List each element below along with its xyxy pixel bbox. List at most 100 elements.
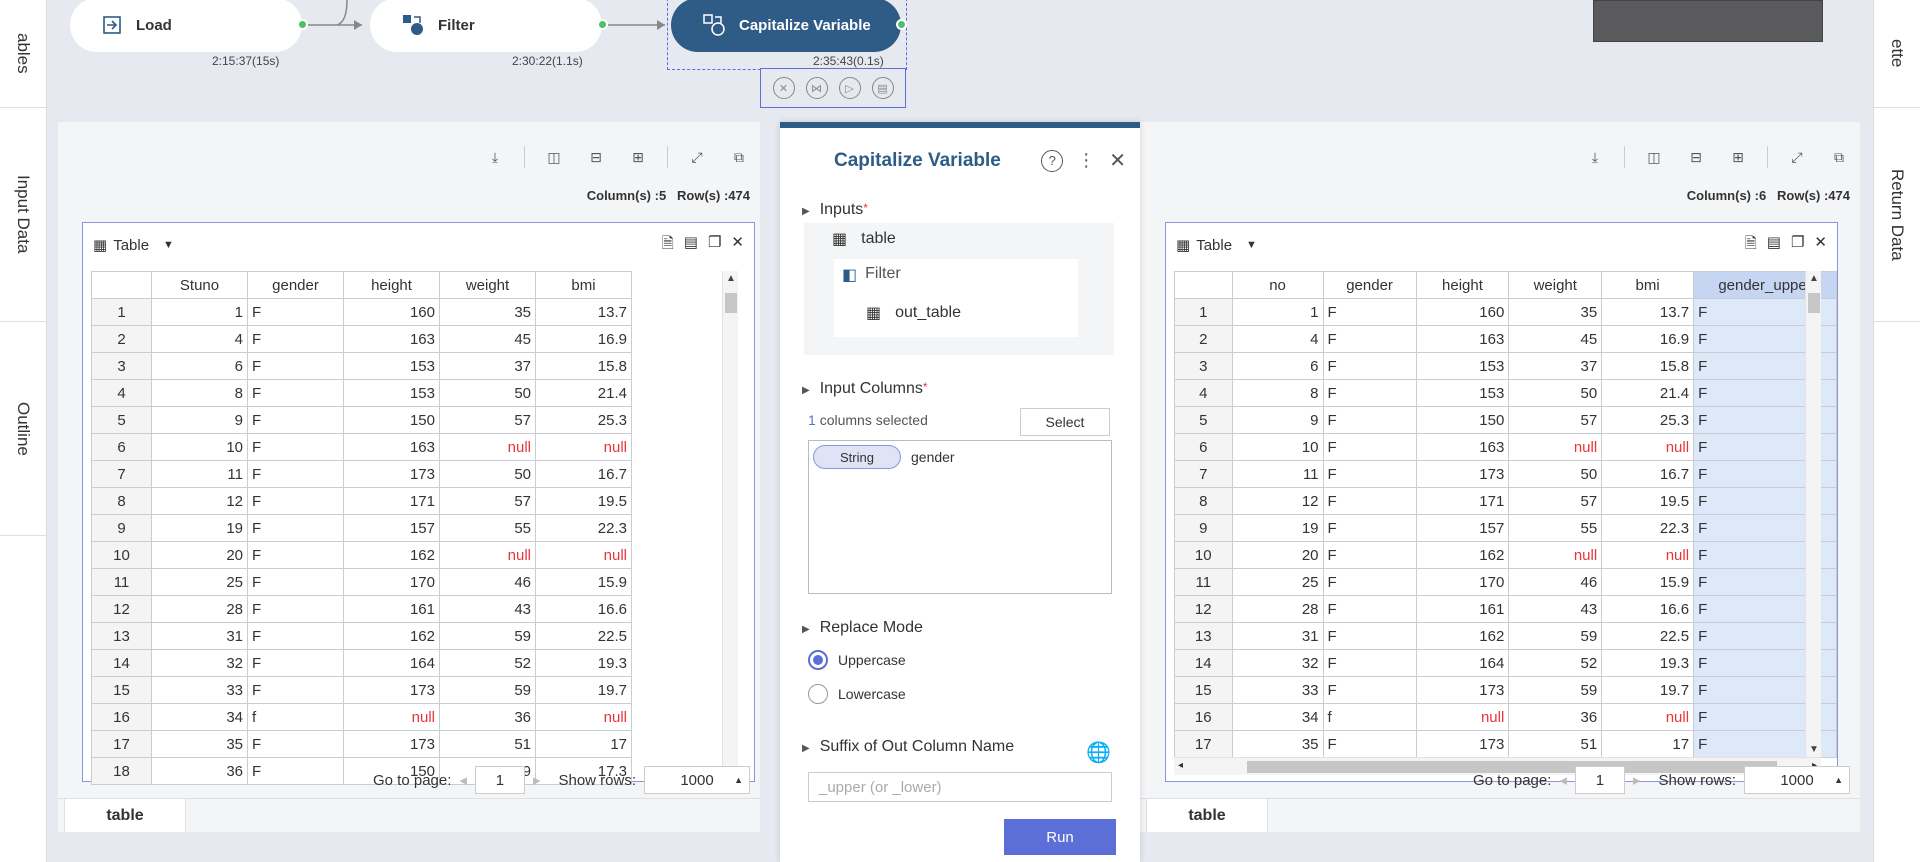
table-row[interactable]: 8 12 F 171 57 19.5 bbox=[91, 487, 632, 515]
column-header[interactable]: weight bbox=[1508, 271, 1603, 299]
table-cell[interactable]: 163 bbox=[1415, 325, 1510, 353]
table-cell[interactable]: 16.9 bbox=[1601, 325, 1695, 353]
output-data-grid[interactable]: no gender height weight bmi gender_upper 1 1 F 16… bbox=[1174, 271, 1837, 758]
table-row[interactable]: 2 4 F 163 45 16.9 bbox=[91, 325, 632, 353]
table-cell[interactable]: 162 bbox=[343, 622, 440, 650]
chevron-down-icon[interactable]: ▼ bbox=[1246, 239, 1257, 251]
table-cell[interactable]: F bbox=[247, 298, 344, 326]
page-input[interactable]: 1 bbox=[474, 766, 525, 794]
table-row[interactable]: 8 12 F 171 57 19.5 F bbox=[1174, 487, 1837, 515]
table-cell[interactable]: 19 bbox=[1231, 514, 1324, 542]
column-header[interactable]: bmi bbox=[535, 271, 632, 299]
table-cell[interactable]: 9 bbox=[91, 514, 152, 542]
split-horizontal-icon[interactable]: ⊟ bbox=[1683, 144, 1709, 170]
table-row[interactable]: 9 19 F 157 55 22.3 F bbox=[1174, 514, 1837, 542]
tree-node-table[interactable]: ▦ table bbox=[832, 229, 896, 249]
table-cell[interactable]: 13 bbox=[1174, 622, 1233, 650]
table-cell[interactable]: 153 bbox=[1415, 352, 1510, 380]
table-cell[interactable]: F bbox=[1322, 514, 1417, 542]
table-row[interactable]: 15 33 F 173 59 19.7 F bbox=[1174, 676, 1837, 704]
table-cell[interactable]: 59 bbox=[439, 622, 536, 650]
table-cell[interactable]: 3 bbox=[1174, 352, 1233, 380]
table-cell[interactable]: 10 bbox=[91, 541, 152, 569]
table-cell[interactable]: F bbox=[1322, 541, 1417, 569]
table-cell[interactable]: 10 bbox=[1174, 541, 1233, 569]
column-header[interactable]: gender bbox=[1322, 271, 1417, 299]
table-cell[interactable]: 22.3 bbox=[1601, 514, 1695, 542]
suffix-section[interactable]: ▶ Suffix of Out Column Name bbox=[802, 738, 1014, 756]
table-cell[interactable]: 22.3 bbox=[535, 514, 632, 542]
table-cell[interactable]: F bbox=[1322, 487, 1417, 515]
table-cell[interactable]: F bbox=[1322, 298, 1417, 326]
table-cell[interactable]: f bbox=[247, 703, 344, 731]
node-capitalize-variable[interactable]: Capitalize Variable bbox=[671, 0, 907, 52]
table-cell[interactable]: 33 bbox=[1231, 676, 1324, 704]
table-row[interactable]: 10 20 F 162 null null F bbox=[1174, 541, 1837, 569]
table-cell[interactable]: null bbox=[343, 703, 440, 731]
table-cell[interactable]: F bbox=[1322, 325, 1417, 353]
table-cell[interactable]: null bbox=[1415, 703, 1510, 731]
table-cell[interactable]: F bbox=[1322, 379, 1417, 407]
table-cell[interactable]: 57 bbox=[1508, 406, 1603, 434]
download-icon[interactable]: ⤓ bbox=[482, 144, 508, 170]
table-cell[interactable]: 170 bbox=[343, 568, 440, 596]
columns-icon[interactable]: ▤ bbox=[1767, 233, 1781, 258]
table-cell[interactable]: 16 bbox=[91, 703, 152, 731]
table-cell[interactable]: 150 bbox=[1415, 406, 1510, 434]
run-node-icon[interactable]: ▷ bbox=[838, 77, 861, 99]
table-cell[interactable]: 15 bbox=[1174, 676, 1233, 704]
table-row[interactable]: 5 9 F 150 57 25.3 F bbox=[1174, 406, 1837, 434]
grid-layout-icon[interactable]: ⊞ bbox=[625, 144, 651, 170]
table-cell[interactable]: 163 bbox=[343, 325, 440, 353]
table-row[interactable]: 14 32 F 164 52 19.3 F bbox=[1174, 649, 1837, 677]
table-cell[interactable]: 19 bbox=[151, 514, 248, 542]
table-cell[interactable]: 163 bbox=[1415, 433, 1510, 461]
next-page-icon[interactable]: ▸ bbox=[533, 771, 541, 789]
table-cell[interactable]: 7 bbox=[1174, 460, 1233, 488]
table-cell[interactable]: F bbox=[247, 622, 344, 650]
minimap[interactable] bbox=[1593, 0, 1823, 42]
grid-layout-icon[interactable]: ⊞ bbox=[1725, 144, 1751, 170]
table-cell[interactable]: 8 bbox=[91, 487, 152, 515]
table-cell[interactable]: 16.6 bbox=[1601, 595, 1695, 623]
table-cell[interactable]: 17 bbox=[1174, 730, 1233, 758]
table-cell[interactable]: 25.3 bbox=[1601, 406, 1695, 434]
copy-icon[interactable]: ❐ bbox=[1791, 233, 1804, 258]
table-cell[interactable]: 19.3 bbox=[535, 649, 632, 677]
table-cell[interactable]: 12 bbox=[1231, 487, 1324, 515]
table-cell[interactable]: 25 bbox=[1231, 568, 1324, 596]
table-cell[interactable]: 45 bbox=[1508, 325, 1603, 353]
table-cell[interactable]: 162 bbox=[1415, 541, 1510, 569]
table-cell[interactable]: 31 bbox=[151, 622, 248, 650]
table-cell[interactable]: F bbox=[247, 730, 344, 758]
table-row[interactable]: 3 6 F 153 37 15.8 F bbox=[1174, 352, 1837, 380]
table-row[interactable]: 11 25 F 170 46 15.9 bbox=[91, 568, 632, 596]
table-cell[interactable]: 17 bbox=[91, 730, 152, 758]
table-cell[interactable]: F bbox=[247, 568, 344, 596]
table-row[interactable]: 13 31 F 162 59 22.5 F bbox=[1174, 622, 1837, 650]
table-row[interactable]: 10 20 F 162 null null bbox=[91, 541, 632, 569]
table-cell[interactable]: 34 bbox=[151, 703, 248, 731]
table-cell[interactable]: 19.5 bbox=[535, 487, 632, 515]
table-cell[interactable]: null bbox=[535, 541, 632, 569]
table-row[interactable]: 6 10 F 163 null null bbox=[91, 433, 632, 461]
table-cell[interactable]: 35 bbox=[151, 730, 248, 758]
table-cell[interactable]: 9 bbox=[1174, 514, 1233, 542]
table-cell[interactable]: 37 bbox=[439, 352, 536, 380]
table-cell[interactable]: null bbox=[535, 703, 632, 731]
table-cell[interactable]: 43 bbox=[1508, 595, 1603, 623]
table-cell[interactable]: 171 bbox=[343, 487, 440, 515]
table-cell[interactable]: null bbox=[1601, 703, 1695, 731]
radio-lowercase[interactable]: Lowercase bbox=[808, 684, 906, 704]
table-row[interactable]: 7 11 F 173 50 16.7 bbox=[91, 460, 632, 488]
table-cell[interactable]: 1 bbox=[151, 298, 248, 326]
table-cell[interactable]: 35 bbox=[1231, 730, 1324, 758]
table-cell[interactable]: 22.5 bbox=[535, 622, 632, 650]
table-cell[interactable]: 31 bbox=[1231, 622, 1324, 650]
table-cell[interactable]: 4 bbox=[91, 379, 152, 407]
open-external-icon[interactable]: ⧉ bbox=[726, 144, 752, 170]
table-cell[interactable]: 173 bbox=[343, 676, 440, 704]
open-external-icon[interactable]: ⧉ bbox=[1826, 144, 1852, 170]
split-vertical-icon[interactable]: ◫ bbox=[541, 144, 567, 170]
table-cell[interactable]: 16.9 bbox=[535, 325, 632, 353]
